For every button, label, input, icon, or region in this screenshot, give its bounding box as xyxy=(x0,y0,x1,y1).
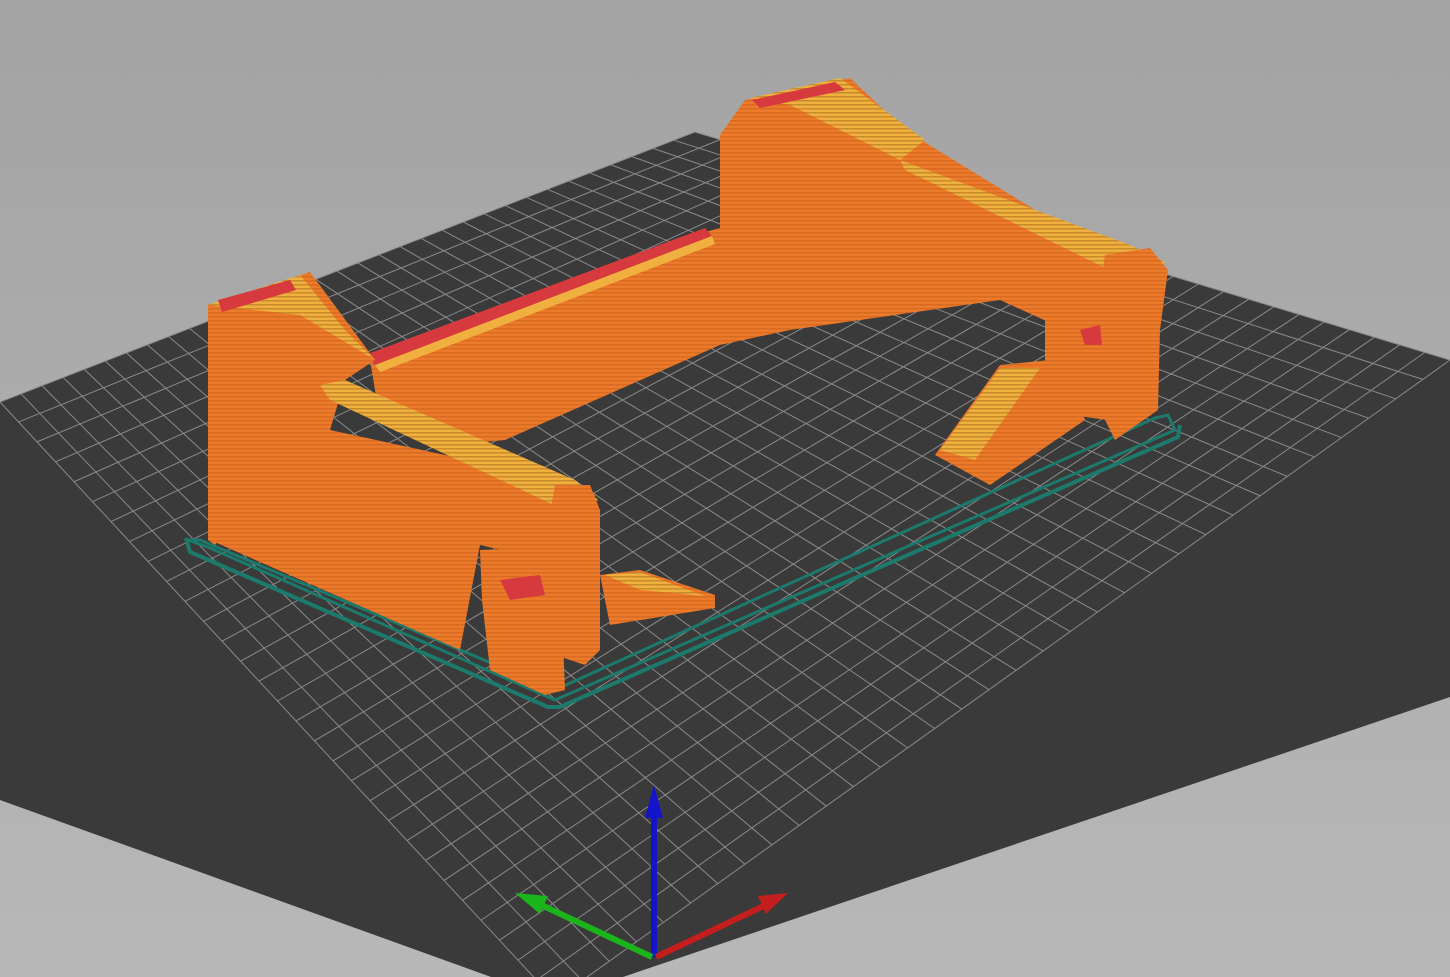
scene-canvas[interactable] xyxy=(0,0,1450,977)
3d-viewport[interactable] xyxy=(0,0,1450,977)
